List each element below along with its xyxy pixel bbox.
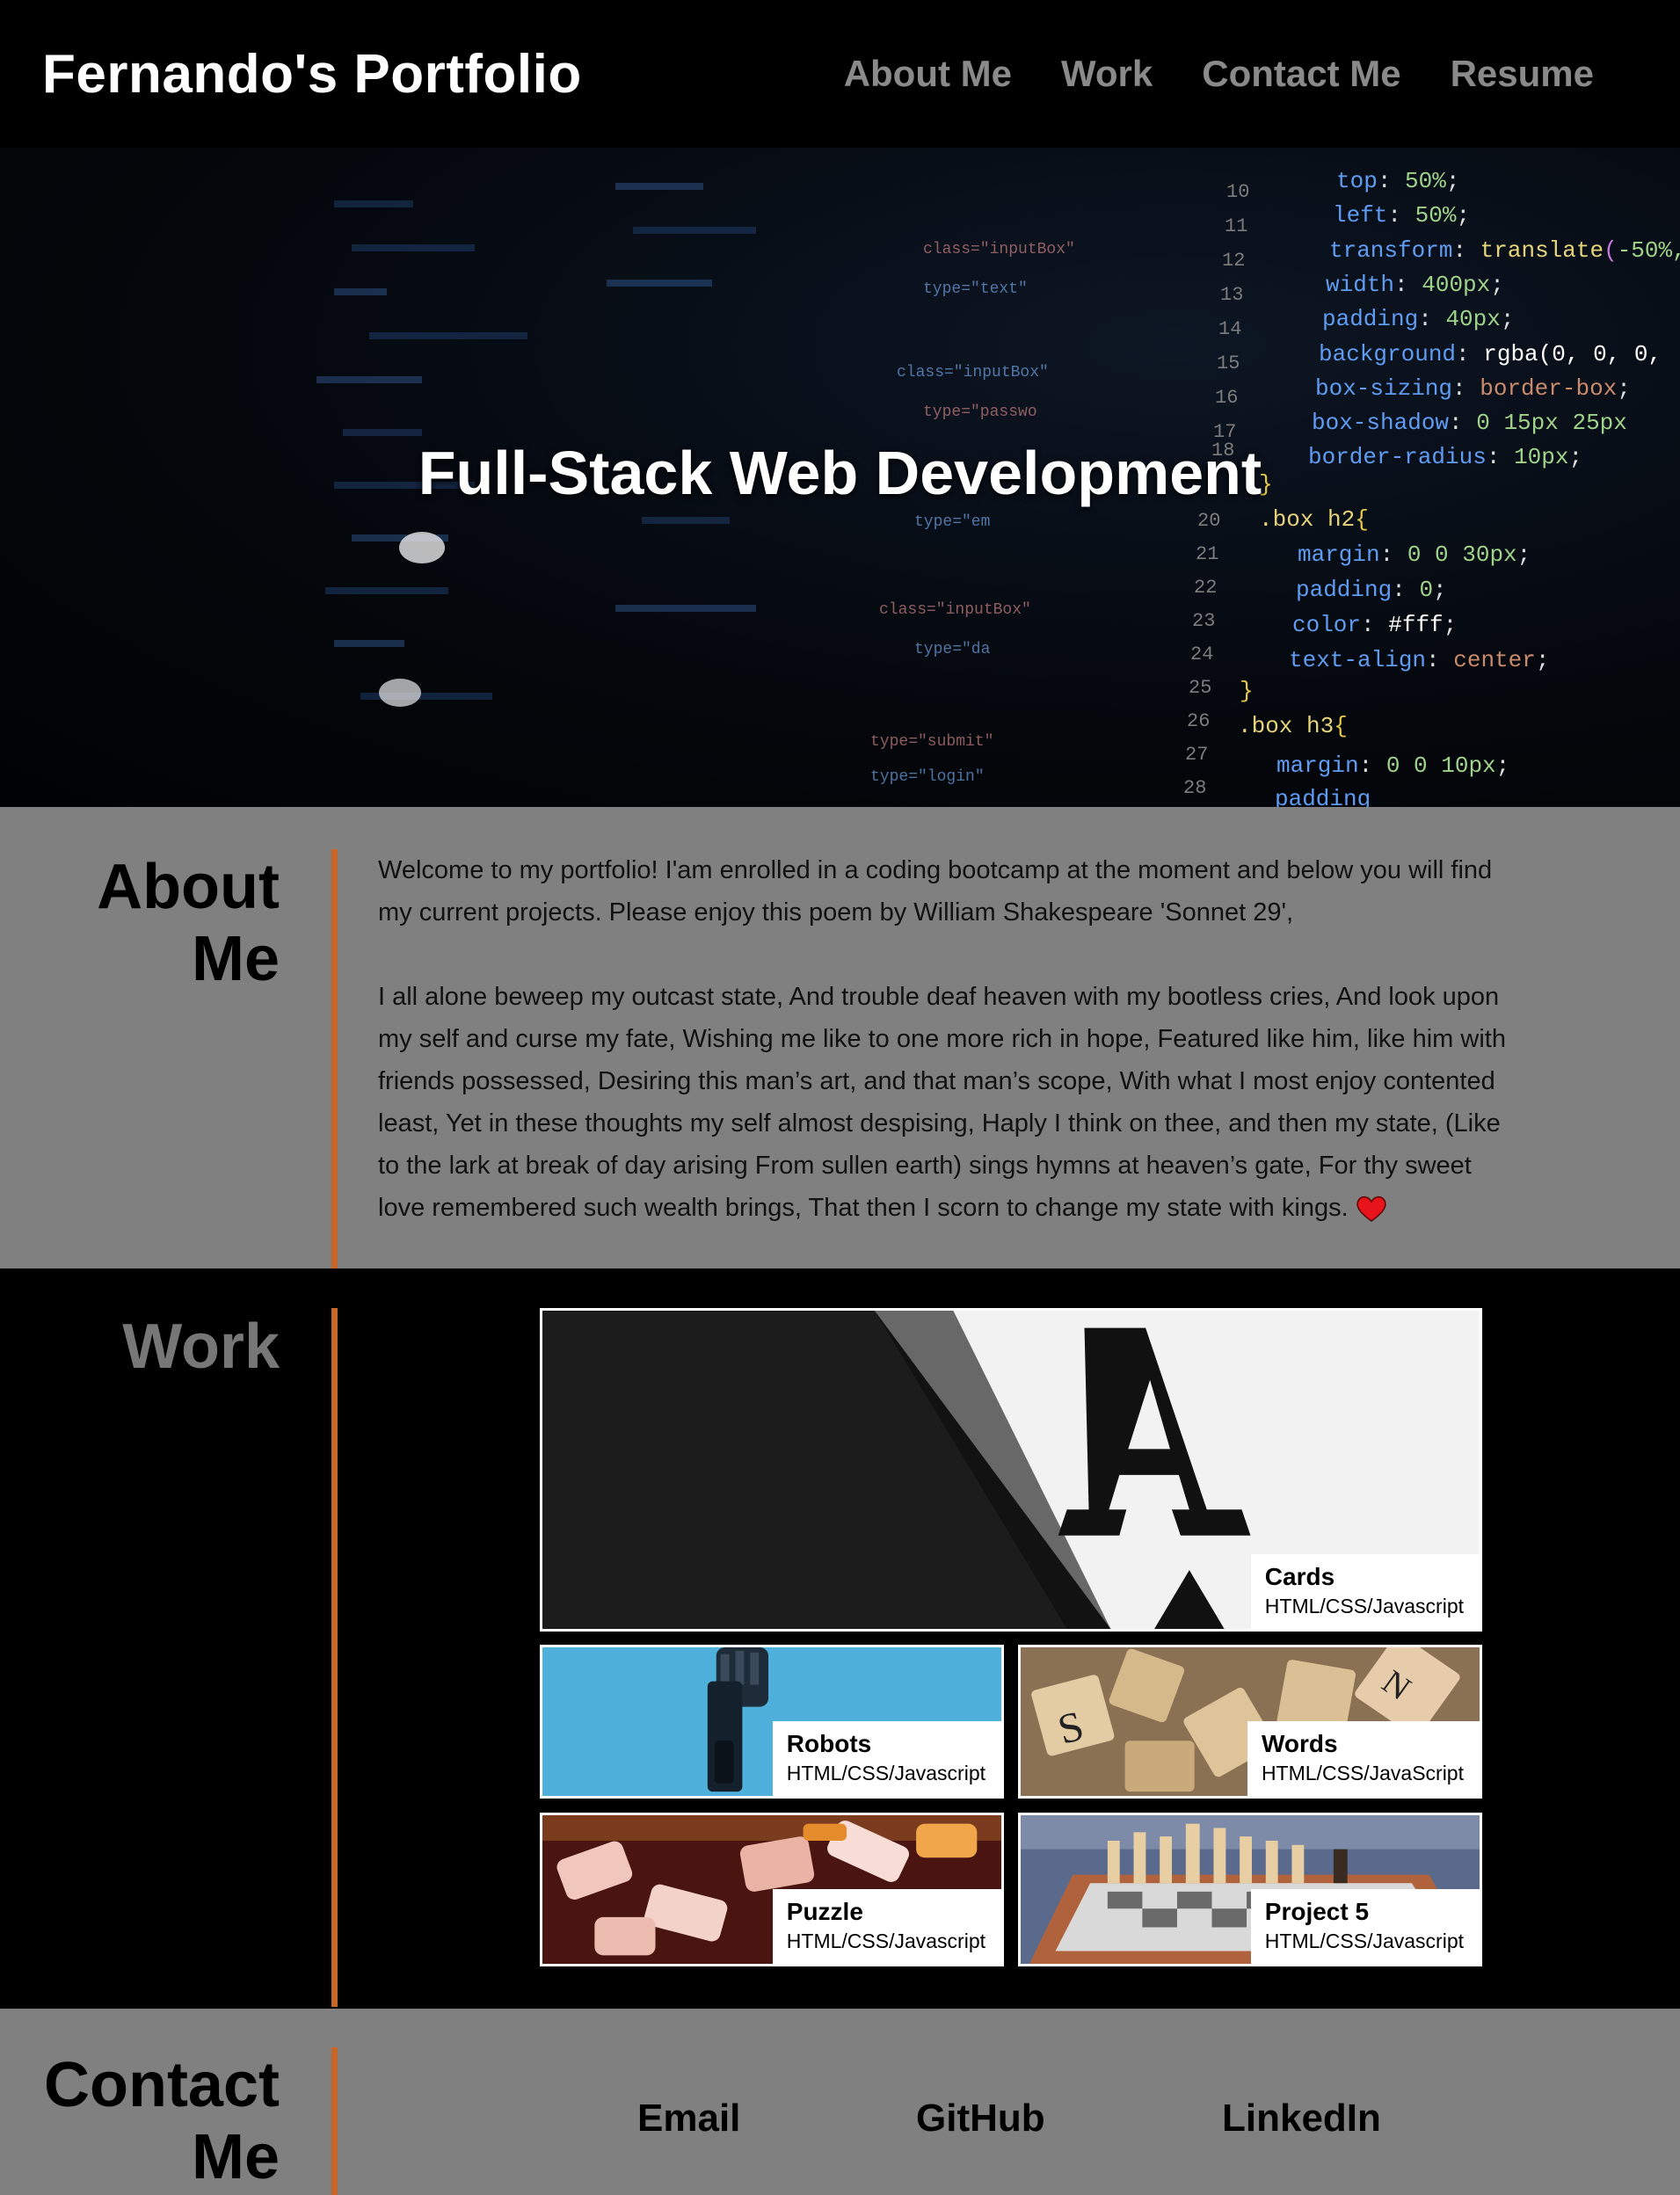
nav-work[interactable]: Work (1061, 53, 1153, 95)
project-label: Puzzle HTML/CSS/Javascript (772, 1889, 1001, 1964)
svg-text:22: 22 (1194, 577, 1217, 599)
project-name: Words (1261, 1730, 1338, 1757)
svg-text:type="passwo: type="passwo (923, 403, 1037, 421)
svg-text:type="da: type="da (914, 641, 991, 658)
svg-text:26: 26 (1187, 710, 1210, 732)
hero-banner: class="inputBox" type="text" class="inpu… (0, 148, 1680, 807)
svg-text:14: 14 (1218, 318, 1241, 340)
project-card-cards[interactable]: Cards HTML/CSS/Javascript (540, 1308, 1482, 1632)
contact-heading-line1: Contact (44, 2050, 280, 2120)
project-name: Project 5 (1264, 1898, 1370, 1925)
about-heading: About Me (16, 851, 280, 995)
nav-resume[interactable]: Resume (1451, 53, 1594, 95)
svg-text:21: 21 (1196, 543, 1218, 565)
work-heading: Work (122, 1312, 280, 1382)
svg-text:width: 400px;: width: 400px; (1326, 272, 1504, 298)
about-heading-line1: About (97, 852, 280, 922)
contact-email-link[interactable]: Email (637, 2097, 740, 2140)
svg-text:class="inputBox": class="inputBox" (879, 601, 1031, 619)
about-poem: I all alone beweep my outcast state, And… (378, 976, 1521, 1229)
svg-text:15: 15 (1217, 353, 1240, 374)
site-header: Fernando's Portfolio About Me Work Conta… (0, 0, 1680, 148)
svg-text:20: 20 (1197, 510, 1220, 532)
svg-text:type="login": type="login" (870, 768, 985, 786)
svg-text:type="submit": type="submit" (870, 733, 993, 751)
poem-text: I all alone beweep my outcast state, And… (378, 983, 1506, 1222)
svg-text:transform: translate(-50%,: transform: translate(-50%, (1329, 237, 1680, 264)
project-label: Project 5 HTML/CSS/Javascript (1250, 1889, 1480, 1964)
svg-text:margin: 0 0 10px;: margin: 0 0 10px; (1276, 752, 1509, 779)
svg-text:11: 11 (1225, 215, 1247, 237)
heart-icon (1356, 1196, 1386, 1223)
project-name: Puzzle (786, 1898, 863, 1925)
contact-section: Contact Me Email GitHub LinkedIn (0, 2009, 1680, 2195)
svg-text:16: 16 (1215, 387, 1238, 409)
svg-text:padding: 0;: padding: 0; (1296, 577, 1447, 603)
work-divider (331, 1308, 338, 2007)
svg-text:left: 50%;: left: 50%; (1333, 202, 1470, 229)
svg-text:.box h2{: .box h2{ (1259, 506, 1369, 533)
svg-text:}: } (1240, 678, 1254, 704)
about-heading-line2: Me (191, 924, 280, 994)
project-tech: HTML/CSS/Javascript (1264, 1595, 1464, 1617)
project-card-puzzle[interactable]: Puzzle HTML/CSS/Javascript (540, 1813, 1004, 1966)
svg-text:10: 10 (1226, 181, 1249, 203)
contact-github-link[interactable]: GitHub (916, 2097, 1045, 2140)
contact-heading: Contact Me (0, 2049, 280, 2193)
hero-title: Full-Stack Web Development (418, 439, 1262, 507)
project-card-robots[interactable]: Robots HTML/CSS/Javascript (540, 1645, 1004, 1799)
project-card-words[interactable]: S N Words HTML/CSS/JavaScript (1018, 1645, 1482, 1799)
about-section: About Me Welcome to my portfolio! I'am e… (0, 807, 1680, 1268)
project-card-project-5[interactable]: Project 5 HTML/CSS/Javascript (1018, 1813, 1482, 1966)
svg-text:class="inputBox": class="inputBox" (923, 241, 1075, 258)
main-nav: About Me Work Contact Me Resume (844, 53, 1594, 95)
svg-text:class="inputBox": class="inputBox" (897, 364, 1049, 382)
about-divider (331, 849, 338, 1268)
project-label: Robots HTML/CSS/Javascript (772, 1721, 1001, 1796)
project-tech: HTML/CSS/Javascript (786, 1930, 985, 1952)
contact-linkedin-link[interactable]: LinkedIn (1222, 2097, 1381, 2140)
work-section: Work Cards HTML/CSS/Javascript Robots HT… (0, 1268, 1680, 2009)
nav-contact-me[interactable]: Contact Me (1202, 53, 1400, 95)
contact-heading-line2: Me (191, 2122, 280, 2192)
project-name: Robots (786, 1730, 872, 1757)
svg-text:padding: 40px;: padding: 40px; (1322, 306, 1514, 332)
project-name: Cards (1264, 1563, 1335, 1590)
svg-text:24: 24 (1190, 643, 1213, 665)
svg-text:color: #fff;: color: #fff; (1292, 612, 1457, 638)
svg-text:12: 12 (1222, 250, 1245, 272)
nav-about-me[interactable]: About Me (844, 53, 1012, 95)
project-label: Words HTML/CSS/JavaScript (1247, 1721, 1480, 1796)
svg-text:23: 23 (1192, 610, 1215, 632)
project-tech: HTML/CSS/Javascript (1264, 1930, 1464, 1952)
svg-text:padding: padding (1275, 786, 1371, 807)
svg-text:type="text": type="text" (923, 280, 1028, 298)
svg-text:box-shadow: 0 15px 25px: box-shadow: 0 15px 25px (1312, 410, 1627, 436)
svg-text:13: 13 (1220, 284, 1243, 306)
about-intro: Welcome to my portfolio! I'am enrolled i… (378, 856, 1493, 927)
svg-text:28: 28 (1183, 777, 1206, 799)
about-body: Welcome to my portfolio! I'am enrolled i… (378, 849, 1521, 1229)
svg-text:margin: 0 0 30px;: margin: 0 0 30px; (1298, 541, 1531, 568)
contact-divider (331, 2047, 338, 2195)
project-label: Cards HTML/CSS/Javascript (1250, 1554, 1480, 1629)
svg-text:25: 25 (1189, 677, 1211, 699)
svg-text:text-align: center;: text-align: center; (1289, 647, 1549, 673)
svg-text:top: 50%;: top: 50%; (1336, 168, 1459, 194)
project-tech: HTML/CSS/JavaScript (1261, 1762, 1464, 1784)
project-tech: HTML/CSS/Javascript (786, 1762, 985, 1784)
svg-text:background: rgba(0, 0, 0,: background: rgba(0, 0, 0, (1319, 341, 1662, 367)
svg-text:.box h3{: .box h3{ (1238, 713, 1348, 739)
svg-text:27: 27 (1185, 744, 1208, 766)
svg-text:type="em: type="em (914, 513, 990, 531)
svg-text:box-sizing: border-box;: box-sizing: border-box; (1315, 375, 1631, 402)
site-brand[interactable]: Fernando's Portfolio (42, 43, 582, 105)
